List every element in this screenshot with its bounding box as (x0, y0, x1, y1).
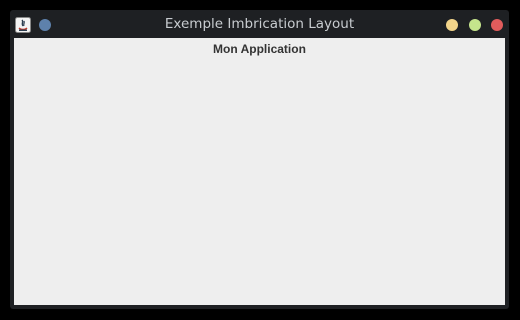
page-title: Mon Application (213, 42, 306, 56)
window-title: Exemple Imbrication Layout (164, 16, 355, 32)
java-app-icon[interactable] (15, 17, 31, 33)
application-window: Exemple Imbrication Layout Mon Applicati… (10, 10, 509, 309)
window-menu-button[interactable] (39, 19, 51, 31)
title-bar[interactable]: Exemple Imbrication Layout (10, 10, 509, 38)
close-button[interactable] (491, 19, 503, 31)
content-panel: Mon Application (14, 38, 505, 305)
minimize-button[interactable] (446, 19, 458, 31)
maximize-button[interactable] (469, 19, 481, 31)
